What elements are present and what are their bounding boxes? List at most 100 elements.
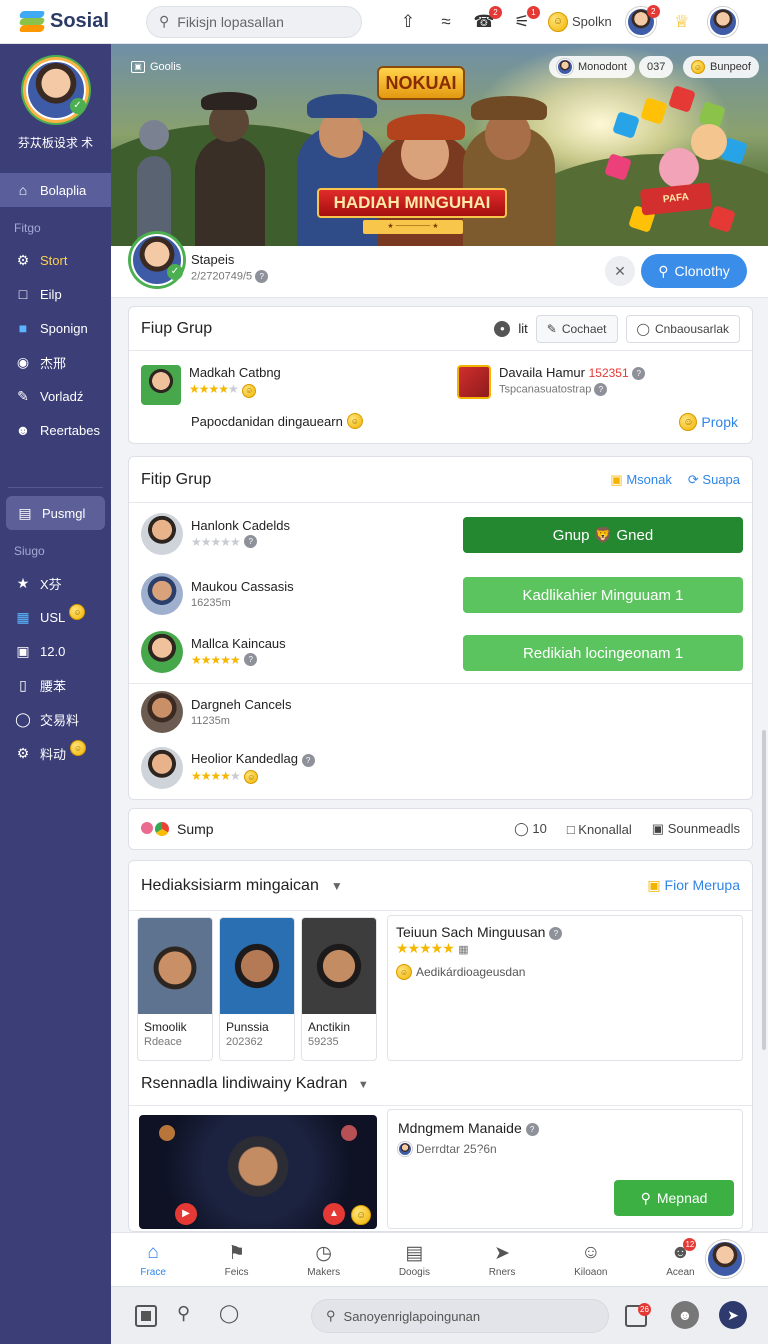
- banner-stat-chip[interactable]: Monodont: [549, 56, 635, 78]
- toy-doll-head: [691, 124, 727, 160]
- sidebar-item-pusmgl[interactable]: ▤ Pusmgl: [6, 496, 105, 530]
- coin-icon: ☺: [396, 964, 412, 980]
- video-thumbnail[interactable]: ▶ ▲ ☺: [139, 1115, 377, 1229]
- stop-icon[interactable]: [135, 1305, 157, 1327]
- account-avatar[interactable]: [707, 6, 738, 37]
- sidebar-item-inbox[interactable]: ▣ 12.0: [0, 634, 111, 668]
- support-action[interactable]: ⟳ Suapa: [688, 472, 740, 488]
- tab-label: Doogis: [398, 1266, 430, 1278]
- person-tile[interactable]: Punssia 202362: [219, 917, 295, 1061]
- see-all-link[interactable]: ▣ Fior Merupa: [647, 877, 740, 894]
- search-input[interactable]: ⚲ Fikisjn lopasallan: [146, 5, 362, 38]
- sidebar-item-usl[interactable]: ▦ USL ☺: [0, 600, 111, 634]
- tab-acean[interactable]: ☻ 12 Acean: [666, 1237, 697, 1278]
- member-row[interactable]: Hanlonk Cadelds ★★★★★ ?: [141, 509, 290, 559]
- message-icon[interactable]: 26: [625, 1303, 651, 1327]
- app-logo[interactable]: Sosial: [0, 10, 140, 33]
- watch-button[interactable]: ⚲ Mepnad: [614, 1180, 734, 1216]
- person-tile[interactable]: Smoolik Rdeace: [137, 917, 213, 1061]
- video-detail[interactable]: Mdngmem Manaide ? Derrdtar 25?6n ⚲ Mepnad: [387, 1109, 743, 1229]
- tab-label: Feics: [224, 1266, 249, 1278]
- person-tile[interactable]: Anctikin 59235: [301, 917, 377, 1061]
- tag-icon[interactable]: ⚟ 1: [510, 5, 540, 34]
- coin-balance[interactable]: ☺ Spolkn: [548, 11, 612, 32]
- bottom-search-input[interactable]: ⚲ Sanoyenriglapoingunan: [311, 1299, 609, 1333]
- reward-detail[interactable]: Teiuun Sach Minguusan ? ★★★★★ ▦ ☺ Aedikár…: [387, 915, 743, 1061]
- wifi-icon[interactable]: ≈: [434, 10, 458, 34]
- crown-icon[interactable]: ♕: [670, 10, 694, 34]
- toggle-icon[interactable]: ●: [494, 320, 511, 337]
- community-button[interactable]: ◯ Cnbaousarlak: [625, 314, 740, 343]
- tab-feics[interactable]: ⚑ Feics: [225, 1242, 249, 1278]
- account-icon[interactable]: ☻: [671, 1301, 699, 1329]
- member-row[interactable]: Heolior Kandedlag ? ★★★★★ ☺: [141, 743, 315, 793]
- member-row[interactable]: Dargneh Cancels 11235m: [141, 687, 291, 737]
- member-rating: ★★★★★ ☺: [191, 767, 315, 785]
- compass-icon[interactable]: ➤: [719, 1301, 747, 1329]
- profile-avatar[interactable]: ✓: [25, 60, 86, 120]
- member-row[interactable]: Maukou Cassasis 16235m: [141, 569, 294, 619]
- comment-button[interactable]: ◯ 10: [514, 821, 547, 837]
- sidebar-item-sponign[interactable]: ■ Sponign: [0, 311, 111, 345]
- item-count: 152351: [588, 366, 629, 380]
- tab-home[interactable]: ⌂ Frace: [140, 1242, 166, 1278]
- row-divider: [129, 683, 752, 684]
- tab-kiloaon[interactable]: ☺ Kiloaon: [574, 1242, 607, 1278]
- sidebar-profile[interactable]: ✓ 芬苁板设求 术: [0, 44, 111, 151]
- sidebar-item-record[interactable]: ◉ 杰邢: [0, 345, 111, 379]
- members-card: Fitip Grup ▣ Msonak ⟳ Suapa Hanlonk Cade…: [128, 456, 753, 800]
- item-sub: Tspcanasuatostrap: [499, 383, 592, 396]
- info-icon: ?: [632, 367, 646, 381]
- banner-hat: [387, 114, 465, 140]
- sidebar-item-note[interactable]: ▯ 腰苯: [0, 668, 111, 702]
- sidebar-item-reertabes[interactable]: ☻ Reertabes: [0, 413, 111, 447]
- user-avatar[interactable]: 2: [625, 4, 660, 37]
- sidebar-item-stort[interactable]: ⚙ Stort: [0, 243, 111, 277]
- close-button[interactable]: ✕: [605, 256, 635, 286]
- group-join-button[interactable]: Gnup 🦁 Gned: [463, 517, 743, 553]
- tab-rners[interactable]: ➤ Rners: [489, 1242, 516, 1278]
- profile-tab-avatar[interactable]: [706, 1240, 744, 1278]
- sidebar-item-vorladz[interactable]: ✎ Vorladź: [0, 379, 111, 413]
- up-icon[interactable]: ▲: [323, 1203, 345, 1225]
- chat-button[interactable]: ✎ Cochaet: [535, 314, 618, 343]
- message-action[interactable]: ▣ Msonak: [610, 472, 671, 488]
- primary-action-button[interactable]: ⚲ Clonothy: [641, 254, 747, 288]
- sidebar-item-circle[interactable]: ◯ 交易料: [0, 702, 111, 736]
- mic-icon[interactable]: ⚲: [177, 1303, 190, 1324]
- scrollbar[interactable]: [762, 730, 766, 1050]
- banner-stat-chip[interactable]: ☺ Bunpeof: [683, 56, 759, 78]
- item-sub-row: Tspcanasuatostrap ?: [499, 383, 645, 397]
- group-card: Fiup Grup ● lit ✎ Cochaet ◯ Cnbaousarlak M…: [128, 306, 753, 444]
- banner-label-chip[interactable]: ▣ Goolis: [123, 56, 189, 78]
- banner-stat-chip[interactable]: 037: [639, 56, 674, 78]
- chevron-down-icon[interactable]: ▼: [331, 879, 343, 893]
- sidebar-item-eilp[interactable]: □ Eilp: [0, 277, 111, 311]
- member-row[interactable]: Mallca Kaincaus ★★★★★ ?: [141, 627, 286, 677]
- hero-banner[interactable]: PAFA NOKUAI HADIAH MINGUHAI ★ ─────── ★ …: [111, 44, 768, 246]
- saved-button[interactable]: ▣ Sounmeadls: [652, 821, 740, 837]
- notification-icon[interactable]: ☎ 2: [472, 5, 502, 34]
- sidebar-item-settings[interactable]: ⚙ 料动 ☺: [0, 736, 111, 770]
- weekly-prize-button[interactable]: Redikiah locingeonam 1: [463, 635, 743, 671]
- sidebar-item-star[interactable]: ★ X芬: [0, 566, 111, 600]
- group-avatar[interactable]: ✓: [131, 234, 183, 286]
- list-item[interactable]: Madkah Catbng ★★★★★ ☺: [141, 365, 281, 405]
- play-icon[interactable]: ▶: [175, 1203, 197, 1225]
- search-icon: ⚲: [640, 1189, 651, 1206]
- chevron-down-icon: ▼: [357, 1079, 369, 1091]
- weekly-reward-button[interactable]: Kadlikahier Minguuam 1: [463, 577, 743, 613]
- chat-bubble-icon[interactable]: ◯: [219, 1303, 239, 1324]
- edit-icon: ✎: [546, 321, 557, 336]
- channel-button[interactable]: □ Knonallal: [567, 822, 632, 837]
- sidebar-item-active[interactable]: ⌂ Bolaplia: [0, 173, 111, 207]
- tab-makers[interactable]: ◷ Makers: [307, 1242, 340, 1278]
- member-name: Heolior Kandedlag: [191, 751, 298, 767]
- tab-doogis[interactable]: ▤ Doogis: [399, 1242, 430, 1278]
- stage-light: [341, 1125, 357, 1141]
- share-icon[interactable]: ⇧: [396, 10, 420, 34]
- bar-label[interactable]: Sump: [177, 821, 214, 837]
- list-item[interactable]: Davaila Hamur 152351 ? Tspcanasuatostrap…: [457, 365, 646, 399]
- section-title[interactable]: Rsennadla lindiwainy Kadran ▼: [141, 1075, 369, 1093]
- propk-link[interactable]: ☺ Propk: [679, 413, 738, 431]
